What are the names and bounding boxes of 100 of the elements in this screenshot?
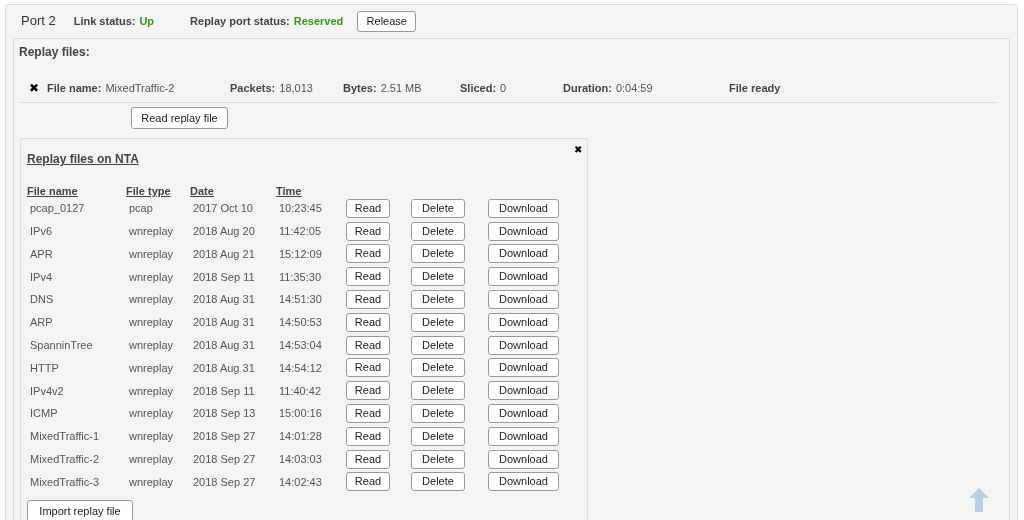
download-button[interactable]: Download	[488, 267, 559, 287]
read-button[interactable]: Read	[346, 335, 390, 355]
delete-button[interactable]: Delete	[411, 358, 465, 378]
status-value: Reserved	[293, 13, 344, 29]
table-cell: IPv4v2	[30, 384, 64, 397]
release-button[interactable]: Release	[357, 10, 417, 32]
table-cell: MixedTraffic-2	[30, 452, 100, 465]
table-cell: 14:01:28	[279, 430, 322, 443]
table-cell: IPv6	[30, 224, 52, 237]
read-button[interactable]: Read	[346, 244, 390, 264]
table-cell: 14:50:53	[279, 316, 322, 329]
table-cell: 2018 Sep 11	[193, 270, 255, 283]
read-button[interactable]: Read	[346, 221, 390, 241]
download-button[interactable]: Download	[488, 335, 559, 355]
table-cell: 2018 Sep 11	[193, 384, 255, 397]
download-button[interactable]: Download	[488, 244, 559, 264]
delete-button[interactable]: Delete	[411, 267, 465, 287]
table-cell: 11:40:42	[279, 384, 321, 397]
column-header[interactable]: Date	[190, 185, 214, 197]
read-button[interactable]: Read	[346, 404, 390, 424]
import-replay-file-button[interactable]: Import replay file	[27, 500, 133, 520]
field-value: 2.51 MB	[380, 80, 422, 96]
port-title: Port 2	[21, 12, 56, 31]
remove-icon[interactable]: ✖	[29, 79, 39, 97]
column-header[interactable]: Time	[276, 185, 302, 197]
download-button[interactable]: Download	[488, 290, 559, 310]
table-cell: wnreplay	[129, 452, 174, 465]
read-button[interactable]: Read	[346, 312, 390, 332]
table-cell: 2018 Sep 27	[193, 430, 256, 443]
read-button[interactable]: Read	[346, 426, 390, 446]
status-label: Replay port status:	[190, 13, 290, 29]
read-replay-file-button[interactable]: Read replay file	[131, 107, 228, 129]
column-header[interactable]: File type	[126, 185, 171, 197]
read-button[interactable]: Read	[346, 381, 390, 401]
download-button[interactable]: Download	[488, 312, 559, 332]
table-cell: 2018 Sep 27	[193, 452, 256, 465]
download-button[interactable]: Download	[488, 358, 559, 378]
table-cell: 15:12:09	[279, 247, 322, 260]
table-cell: 2018 Aug 31	[193, 293, 255, 306]
table-cell: 2018 Sep 27	[193, 475, 256, 488]
read-button[interactable]: Read	[346, 358, 390, 378]
download-button[interactable]: Download	[488, 381, 559, 401]
delete-button[interactable]: Delete	[411, 404, 465, 424]
delete-button[interactable]: Delete	[411, 381, 465, 401]
delete-button[interactable]: Delete	[411, 472, 465, 492]
read-button[interactable]: Read	[346, 290, 390, 310]
field-label: Bytes:	[343, 80, 377, 96]
read-button[interactable]: Read	[346, 472, 390, 492]
table-cell: MixedTraffic-3	[30, 475, 100, 488]
field-value: 0:04:59	[615, 80, 653, 96]
field-label: Duration:	[563, 80, 612, 96]
field-label: Packets:	[230, 80, 276, 96]
delete-button[interactable]: Delete	[411, 290, 465, 310]
download-button[interactable]: Download	[488, 221, 559, 241]
table-cell: 14:03:03	[279, 452, 322, 465]
panel-title[interactable]: Replay files on NTA	[27, 150, 139, 168]
table-cell: 15:00:16	[279, 407, 322, 420]
table-cell: 2018 Aug 20	[193, 224, 255, 237]
table-cell: 11:35:30	[279, 270, 321, 283]
download-button[interactable]: Download	[488, 449, 559, 469]
table-cell: 2018 Aug 31	[193, 316, 255, 329]
table-cell: 2018 Aug 21	[193, 247, 255, 260]
field-value: MixedTraffic-2	[105, 80, 175, 96]
field-value: 18,013	[279, 80, 313, 96]
download-button[interactable]: Download	[488, 426, 559, 446]
table-cell: 10:23:45	[279, 202, 322, 215]
delete-button[interactable]: Delete	[411, 198, 465, 218]
field-label: Sliced:	[460, 80, 497, 96]
table-cell: wnreplay	[129, 475, 174, 488]
table-cell: 11:42:05	[279, 224, 321, 237]
table-cell: wnreplay	[129, 384, 174, 397]
table-cell: pcap_0127	[30, 202, 85, 215]
field-value: 0	[500, 80, 507, 96]
table-cell: 2017 Oct 10	[193, 202, 253, 215]
table-cell: 2018 Aug 31	[193, 361, 255, 374]
delete-button[interactable]: Delete	[411, 312, 465, 332]
table-cell: SpanninTree	[30, 338, 93, 351]
read-button[interactable]: Read	[346, 449, 390, 469]
close-icon[interactable]: ✖	[574, 142, 582, 157]
delete-button[interactable]: Delete	[411, 335, 465, 355]
download-button[interactable]: Download	[488, 404, 559, 424]
download-button[interactable]: Download	[488, 472, 559, 492]
table-cell: pcap	[129, 202, 153, 215]
delete-button[interactable]: Delete	[411, 449, 465, 469]
read-button[interactable]: Read	[346, 267, 390, 287]
download-button[interactable]: Download	[488, 198, 559, 218]
status-value: Up	[139, 13, 155, 29]
delete-button[interactable]: Delete	[411, 426, 465, 446]
delete-button[interactable]: Delete	[411, 244, 465, 264]
table-cell: IPv4	[30, 270, 52, 283]
table-cell: wnreplay	[129, 293, 174, 306]
table-cell: wnreplay	[129, 338, 174, 351]
table-cell: 14:53:04	[279, 338, 322, 351]
column-header[interactable]: File name	[27, 185, 78, 197]
scroll-to-top-icon[interactable]	[969, 488, 989, 512]
delete-button[interactable]: Delete	[411, 221, 465, 241]
table-cell: 14:54:12	[279, 361, 322, 374]
table-cell: wnreplay	[129, 247, 174, 260]
read-button[interactable]: Read	[346, 198, 390, 218]
table-cell: 2018 Aug 31	[193, 338, 255, 351]
